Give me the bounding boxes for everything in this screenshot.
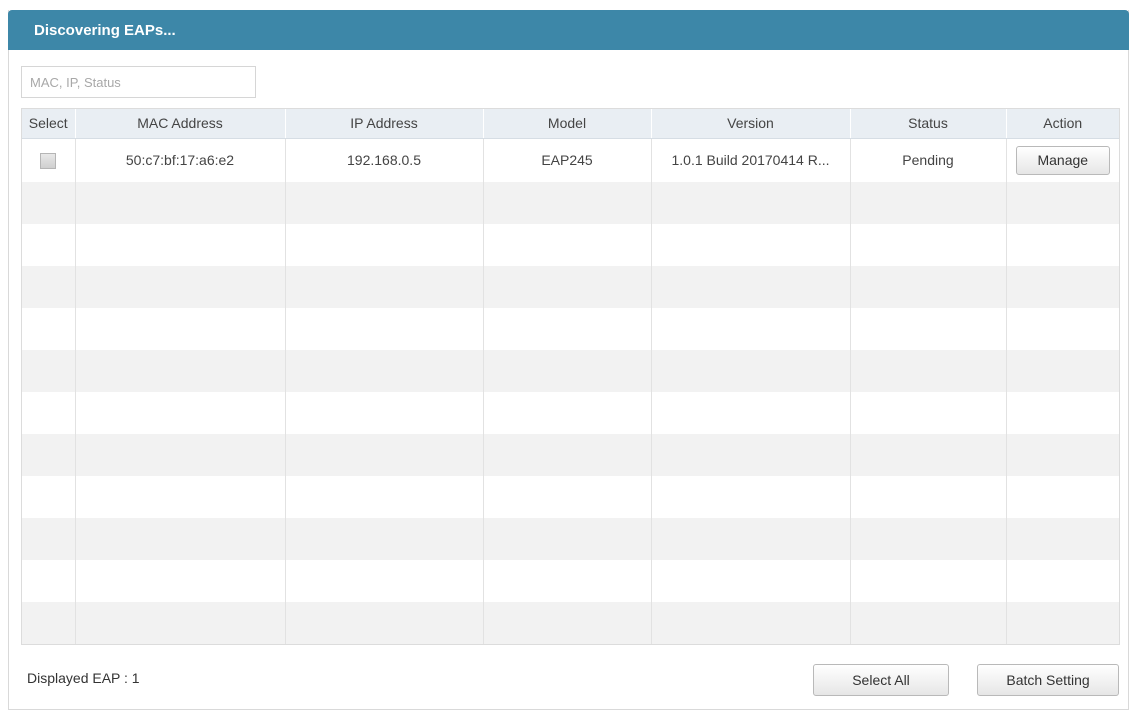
discover-eaps-dialog: Discovering EAPs... Select MAC Address I… xyxy=(8,10,1129,710)
table-header-row: Select MAC Address IP Address Model Vers… xyxy=(22,109,1119,139)
empty-row xyxy=(22,224,1119,266)
column-header-mac: MAC Address xyxy=(75,109,286,139)
empty-row xyxy=(22,182,1119,224)
column-header-status: Status xyxy=(850,109,1007,139)
model-cell: EAP245 xyxy=(483,138,652,182)
column-header-ip: IP Address xyxy=(285,109,484,139)
version-cell: 1.0.1 Build 20170414 R... xyxy=(651,138,851,182)
eap-table: Select MAC Address IP Address Model Vers… xyxy=(21,108,1120,645)
empty-row xyxy=(22,392,1119,434)
column-header-version: Version xyxy=(651,109,851,139)
row-select-checkbox[interactable] xyxy=(40,152,57,169)
empty-row xyxy=(22,434,1119,476)
column-header-select: Select xyxy=(22,109,76,139)
ip-cell: 192.168.0.5 xyxy=(285,138,484,182)
search-input[interactable] xyxy=(21,66,256,98)
action-cell: Manage xyxy=(1006,138,1119,182)
displayed-eap-count: Displayed EAP : 1 xyxy=(27,670,140,686)
empty-row xyxy=(22,266,1119,308)
batch-setting-button[interactable]: Batch Setting xyxy=(977,664,1119,696)
empty-row xyxy=(22,560,1119,602)
table-row: 50:c7:bf:17:a6:e2 192.168.0.5 EAP245 1.0… xyxy=(22,138,1119,182)
column-header-action: Action xyxy=(1006,109,1119,139)
select-cell xyxy=(22,138,76,182)
manage-button[interactable]: Manage xyxy=(1015,145,1110,175)
empty-row xyxy=(22,350,1119,392)
empty-row xyxy=(22,476,1119,518)
mac-cell: 50:c7:bf:17:a6:e2 xyxy=(75,138,286,182)
dialog-title: Discovering EAPs... xyxy=(34,21,176,39)
select-all-button[interactable]: Select All xyxy=(813,664,949,696)
empty-row xyxy=(22,518,1119,560)
empty-row xyxy=(22,602,1119,644)
status-cell: Pending xyxy=(850,138,1007,182)
column-header-model: Model xyxy=(483,109,652,139)
empty-row xyxy=(22,308,1119,350)
dialog-titlebar: Discovering EAPs... xyxy=(8,10,1129,50)
